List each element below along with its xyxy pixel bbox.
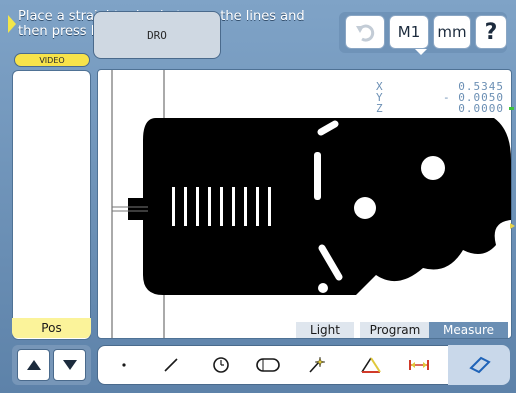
m1-pointer-icon bbox=[415, 49, 427, 55]
video-mode-tab[interactable]: VIDEO bbox=[14, 53, 90, 67]
pos-label[interactable]: Pos bbox=[12, 318, 91, 338]
top-button-group: M1 mm ? bbox=[339, 12, 507, 55]
angle-icon bbox=[361, 357, 381, 373]
arrow-up-icon bbox=[26, 360, 41, 370]
scroll-down-button[interactable] bbox=[53, 349, 86, 381]
line-tool[interactable] bbox=[155, 351, 187, 379]
circle-tool[interactable] bbox=[205, 351, 237, 379]
green-marker-icon bbox=[509, 107, 514, 110]
undo-icon bbox=[356, 24, 375, 42]
dro-readout: X 0.5345 Y - 0.0050 Z 0.0000 bbox=[376, 81, 504, 129]
slot-tool[interactable] bbox=[252, 351, 284, 379]
dro-z-row: Z 0.0000 bbox=[376, 103, 504, 114]
dro-mode-tab[interactable]: DRO bbox=[93, 11, 221, 59]
m1-button[interactable]: M1 bbox=[389, 15, 429, 49]
slot-icon bbox=[256, 358, 280, 372]
auto-measure-tool[interactable] bbox=[300, 351, 332, 379]
tab-program[interactable]: Program bbox=[360, 322, 430, 338]
point-tool[interactable] bbox=[108, 351, 140, 379]
help-button[interactable]: ? bbox=[475, 15, 507, 49]
scroll-up-button[interactable] bbox=[17, 349, 50, 381]
video-view[interactable]: X 0.5345 Y - 0.0050 Z 0.0000 bbox=[97, 69, 512, 339]
tab-light[interactable]: Light bbox=[296, 322, 354, 338]
distance-icon bbox=[409, 360, 429, 370]
position-panel bbox=[12, 70, 91, 340]
scroll-arrows bbox=[12, 345, 91, 385]
angle-tool[interactable] bbox=[355, 351, 387, 379]
dro-z-axis: Z bbox=[376, 102, 383, 115]
point-icon bbox=[122, 363, 126, 367]
undo-button[interactable] bbox=[345, 15, 385, 49]
line-icon bbox=[164, 358, 178, 372]
rectangle-tool[interactable] bbox=[464, 351, 496, 379]
tab-measure[interactable]: Measure bbox=[429, 322, 508, 338]
units-button[interactable]: mm bbox=[433, 15, 471, 49]
circle-icon bbox=[213, 357, 229, 373]
magic-wand-icon bbox=[309, 356, 326, 373]
prompt-arrow-icon bbox=[8, 15, 16, 33]
arrow-down-icon bbox=[62, 360, 77, 370]
distance-tool[interactable] bbox=[403, 351, 435, 379]
rectangle-icon bbox=[469, 356, 491, 374]
yellow-marker-icon bbox=[510, 223, 515, 229]
dro-z-value: 0.0000 bbox=[458, 102, 504, 115]
